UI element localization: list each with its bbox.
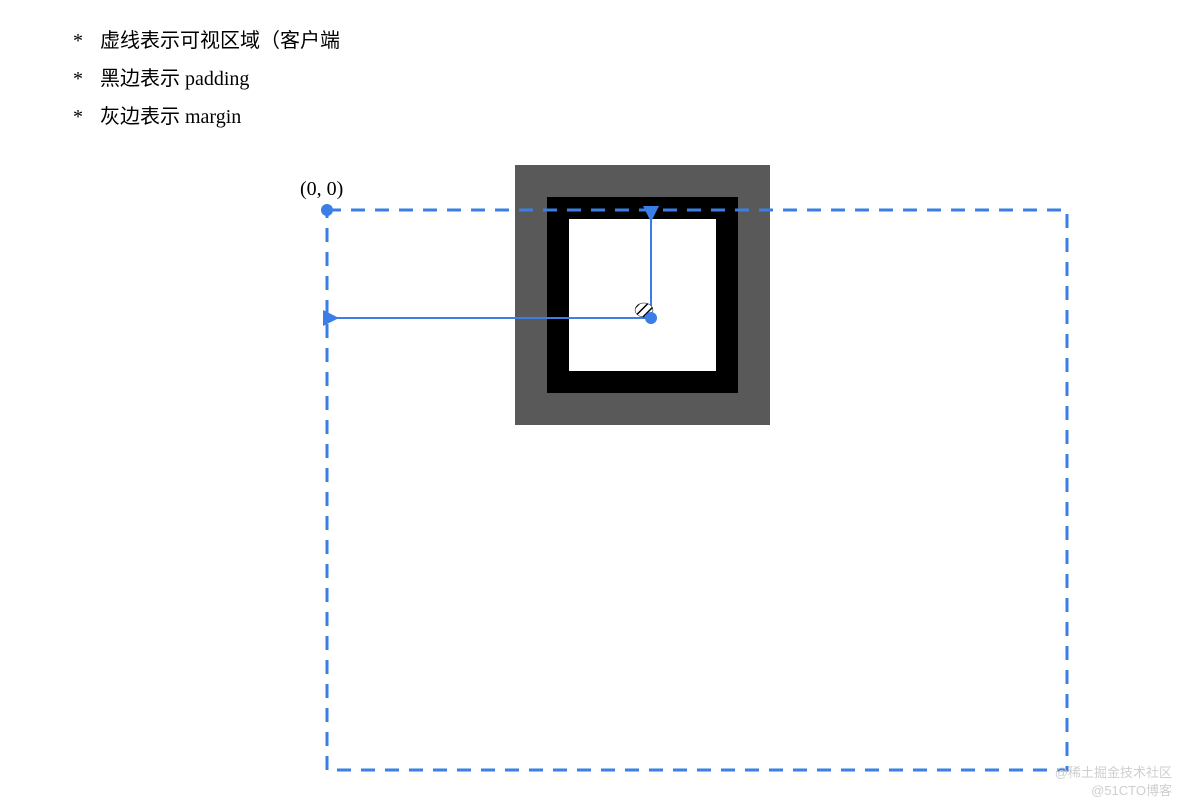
watermark-line: @51CTO博客	[1091, 780, 1172, 799]
content-box	[569, 219, 716, 371]
origin-dot-icon	[321, 204, 333, 216]
client-dot-icon	[645, 312, 657, 324]
diagram-canvas	[0, 0, 1184, 807]
watermark-line: @稀土掘金技术社区	[1055, 762, 1172, 781]
